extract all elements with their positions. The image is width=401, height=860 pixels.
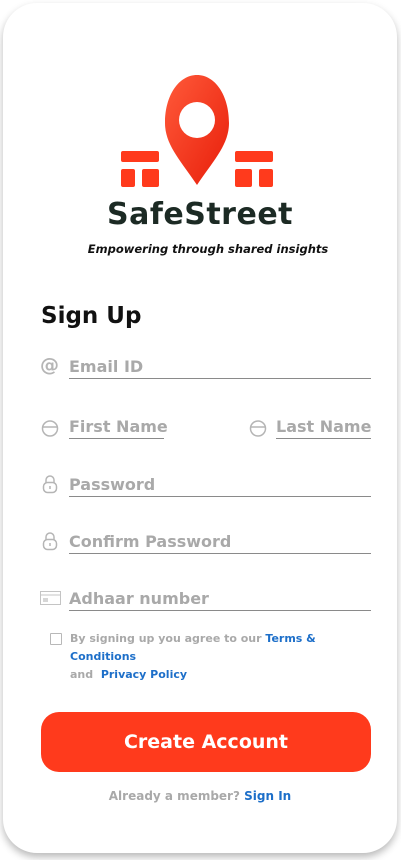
adhaar-field[interactable]: Adhaar number [69, 589, 209, 608]
id-card-icon [40, 591, 61, 605]
lock-icon [42, 475, 58, 494]
confirm-password-field[interactable]: Confirm Password [69, 532, 231, 551]
signup-card: SafeStreet Empowering through shared ins… [3, 3, 397, 853]
consent-checkbox[interactable] [50, 633, 62, 645]
password-underline [69, 496, 371, 497]
adhaar-underline [69, 610, 371, 611]
last-name-underline [276, 438, 371, 439]
lock-icon [42, 532, 58, 551]
member-text: Already a member? [108, 789, 240, 803]
user-icon [41, 420, 59, 437]
page-title: Sign Up [41, 303, 142, 329]
privacy-link[interactable]: Privacy Policy [101, 668, 187, 681]
signin-link[interactable]: Sign In [244, 789, 291, 803]
consent-prefix: By signing up you agree to our [70, 632, 266, 645]
last-name-field[interactable]: Last Name [276, 417, 371, 436]
password-field[interactable]: Password [69, 475, 155, 494]
brand-name: SafeStreet [106, 197, 294, 232]
safestreet-logo-icon [121, 75, 273, 187]
consent-and: and [70, 668, 94, 681]
signin-prompt: Already a member? Sign In [3, 789, 397, 803]
consent-text: By signing up you agree to our Terms & C… [70, 630, 380, 684]
email-underline [69, 378, 371, 379]
first-name-field[interactable]: First Name [69, 417, 168, 436]
confirm-password-underline [69, 553, 371, 554]
at-icon: @ [40, 354, 59, 376]
brand-tagline: Empowering through shared insights [87, 242, 329, 256]
email-field[interactable]: Email ID [69, 357, 143, 376]
create-account-button[interactable]: Create Account [41, 712, 371, 772]
first-name-underline [69, 438, 164, 439]
user-icon [249, 420, 267, 437]
